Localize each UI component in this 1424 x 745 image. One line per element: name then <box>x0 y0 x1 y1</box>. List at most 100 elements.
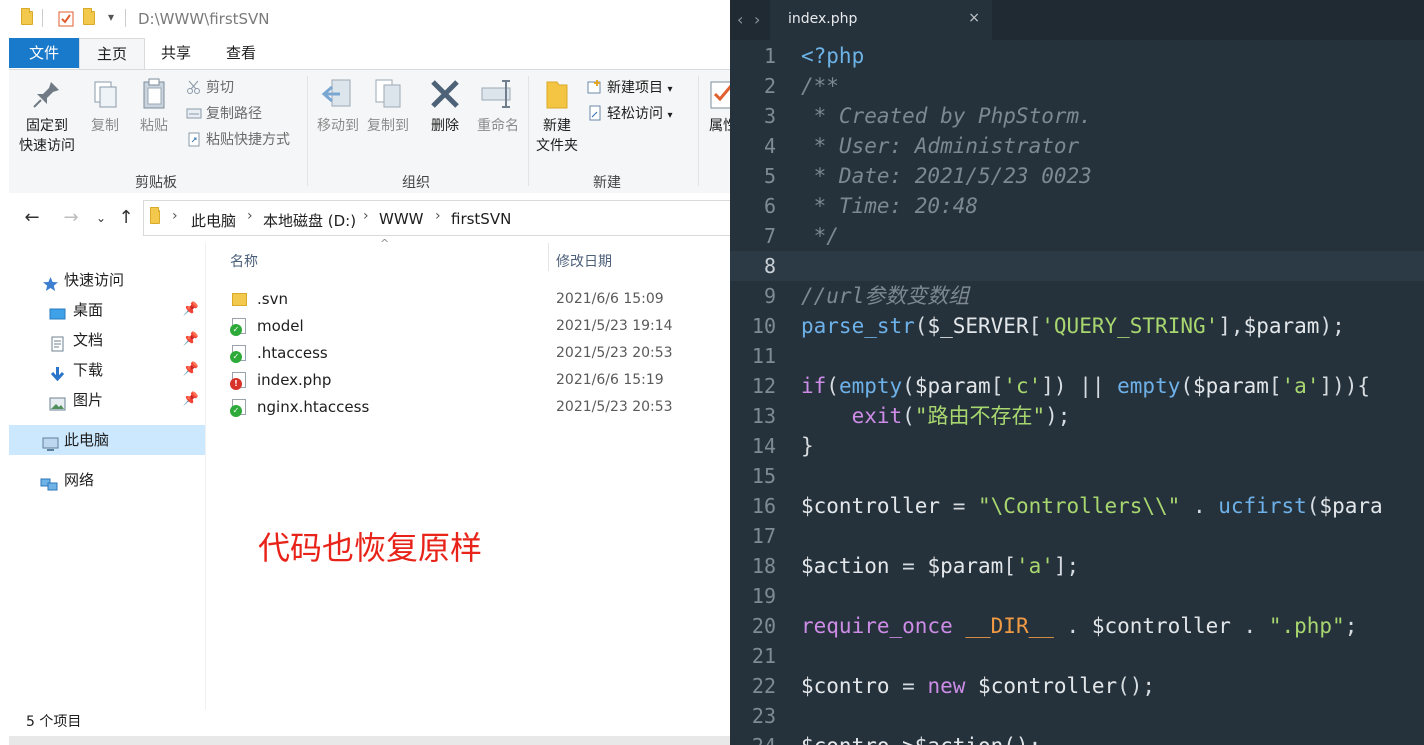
nav-this-pc[interactable]: 此电脑 <box>9 425 205 455</box>
code-line[interactable]: 24 $contro->$action(); <box>730 731 1424 745</box>
code-token: ( <box>902 404 915 428</box>
code-token: ( <box>914 314 928 338</box>
nav-desktop[interactable]: 桌面 📌 <box>9 295 205 325</box>
code-text: } <box>801 431 814 461</box>
file-name: nginx.htaccess <box>257 398 370 416</box>
pinned-icon[interactable]: 📌 <box>183 355 199 385</box>
code-line[interactable]: 8 <box>730 251 1424 281</box>
breadcrumb-firstsvn[interactable]: firstSVN <box>451 210 511 228</box>
line-number: 15 <box>751 464 776 488</box>
cut-button[interactable]: 剪切 <box>186 78 234 98</box>
code-line[interactable]: 15 <box>730 461 1424 491</box>
paste-button[interactable]: 粘贴 <box>133 76 175 136</box>
file-row[interactable]: .svn 2021/6/6 15:09 <box>206 286 730 313</box>
breadcrumb-www[interactable]: WWW <box>379 210 424 228</box>
code-line[interactable]: 17 <box>730 521 1424 551</box>
code-line[interactable]: 16 $controller = "\Controllers\\" . ucfir… <box>730 491 1424 521</box>
code-token: <?php <box>801 44 865 68</box>
nav-downloads[interactable]: 下载 📌 <box>9 355 205 385</box>
breadcrumb-this-pc[interactable]: 此电脑 <box>191 210 236 231</box>
file-row[interactable]: ✓ .htaccess 2021/5/23 20:53 <box>206 340 730 367</box>
code-line[interactable]: 1 <?php <box>730 41 1424 71</box>
file-row[interactable]: ! index.php 2021/6/6 15:19 <box>206 367 730 394</box>
code-line[interactable]: 5 * Date: 2021/5/23 0023 <box>730 161 1424 191</box>
code-line[interactable]: 14} <box>730 431 1424 461</box>
code-text: //url参数变数组 <box>801 281 969 311</box>
code-line[interactable]: 11 <box>730 341 1424 371</box>
easy-access-button[interactable]: 轻松访问 ▾ <box>587 104 672 126</box>
code-line[interactable]: 22 $contro = new $controller(); <box>730 671 1424 701</box>
code-token: [ <box>1003 554 1016 578</box>
file-row[interactable]: ✓ nginx.htaccess 2021/5/23 20:53 <box>206 394 730 421</box>
breadcrumb-local-disk[interactable]: 本地磁盘 (D:) <box>263 210 356 231</box>
up-arrow-icon[interactable]: ↑ <box>115 207 137 228</box>
file-row[interactable]: ✓ model 2021/5/23 19:14 <box>206 313 730 340</box>
tab-forward-icon[interactable]: › <box>754 10 760 29</box>
pinned-icon[interactable]: 📌 <box>183 325 199 355</box>
code-line[interactable]: 18 $action = $param['a']; <box>730 551 1424 581</box>
code-line[interactable]: 2 /** <box>730 71 1424 101</box>
pinned-icon[interactable]: 📌 <box>183 295 199 325</box>
line-number: 24 <box>730 731 776 745</box>
tab-home[interactable]: 主页 <box>79 38 145 70</box>
new-folder-quick-icon[interactable] <box>83 8 99 27</box>
breadcrumb-separator-icon[interactable]: › <box>435 208 441 224</box>
delete-button[interactable]: 删除 <box>423 76 467 136</box>
rename-button[interactable]: 重命名 <box>471 76 525 136</box>
properties-check-icon[interactable] <box>58 11 74 27</box>
quick-access-toolbar-dropdown[interactable]: ▾ <box>108 10 114 24</box>
new-item-icon <box>587 79 603 95</box>
code-line[interactable]: 4 * User: Administrator <box>730 131 1424 161</box>
properties-button[interactable]: 属性 <box>701 76 730 136</box>
properties-icon <box>710 81 730 109</box>
editor-tab-index-php[interactable]: index.php × <box>770 0 992 40</box>
tab-view[interactable]: 查看 <box>209 38 273 68</box>
nav-quick-access[interactable]: 快速访问 <box>9 265 205 295</box>
code-line[interactable]: 12 if(empty($param['c']) || empty($param[… <box>730 371 1424 401</box>
code-line[interactable]: 7 */ <box>730 221 1424 251</box>
code-token: */ <box>801 224 839 248</box>
back-arrow-icon[interactable]: ← <box>21 207 43 228</box>
forward-arrow-icon[interactable]: → <box>60 207 82 228</box>
breadcrumb-separator-icon[interactable]: › <box>247 208 253 224</box>
code-line[interactable]: 20 require_once __DIR__ . $controller . "… <box>730 611 1424 641</box>
pin-to-quick-access-button[interactable]: 固定到 快速访问 <box>17 76 77 156</box>
code-token: $contro->$action(); <box>801 734 1041 745</box>
recent-locations-chevron-icon[interactable]: ⌄ <box>90 211 112 225</box>
new-folder-button[interactable]: 新建 文件夹 <box>531 76 583 156</box>
code-line[interactable]: 23 <box>730 701 1424 731</box>
copy-path-button[interactable]: 复制路径 <box>186 104 262 124</box>
breadcrumb-separator-icon[interactable]: › <box>363 208 369 224</box>
nav-pictures[interactable]: 图片 📌 <box>9 385 205 415</box>
code-line[interactable]: 9 //url参数变数组 <box>730 281 1424 311</box>
code-line[interactable]: 19 <box>730 581 1424 611</box>
nav-network[interactable]: 网络 <box>9 465 205 495</box>
pinned-icon[interactable]: 📌 <box>183 385 199 415</box>
tab-share[interactable]: 共享 <box>147 38 205 68</box>
code-line[interactable]: 21 <box>730 641 1424 671</box>
column-divider[interactable] <box>548 243 549 271</box>
code-line[interactable]: 3 * Created by PhpStorm. <box>730 101 1424 131</box>
copy-button[interactable]: 复制 <box>85 76 125 136</box>
nav-documents[interactable]: 文档 📌 <box>9 325 205 355</box>
code-token: 'c' <box>1003 374 1042 398</box>
code-line[interactable]: 10 parse_str($_SERVER['QUERY_STRING'],$pa… <box>730 311 1424 341</box>
file-date: 2021/5/23 20:53 <box>556 399 673 415</box>
address-bar[interactable]: › 此电脑 › 本地磁盘 (D:) › WWW › firstSVN <box>143 200 730 236</box>
tab-back-icon[interactable]: ‹ <box>737 10 743 29</box>
paste-shortcut-button[interactable]: 粘贴快捷方式 <box>186 130 290 150</box>
line-number: 10 <box>751 314 776 338</box>
tab-file[interactable]: 文件 <box>9 38 79 68</box>
code-line[interactable]: 13 exit("路由不存在"); <box>730 401 1424 431</box>
column-header-modified[interactable]: 修改日期 <box>556 251 612 271</box>
copy-to-button[interactable]: 复制到 <box>363 76 413 136</box>
easy-access-icon <box>587 105 603 121</box>
new-item-button[interactable]: 新建项目 ▾ <box>587 78 672 100</box>
close-icon[interactable]: × <box>968 10 980 26</box>
code-line[interactable]: 6 * Time: 20:48 <box>730 191 1424 221</box>
move-to-button[interactable]: 移动到 <box>313 76 363 136</box>
code-area[interactable]: 1 <?php 2/** 3 * Created by PhpStorm. 4 * Us… <box>730 41 1424 745</box>
breadcrumb-separator-icon[interactable]: › <box>172 208 178 224</box>
column-header-name[interactable]: 名称 <box>230 251 258 271</box>
